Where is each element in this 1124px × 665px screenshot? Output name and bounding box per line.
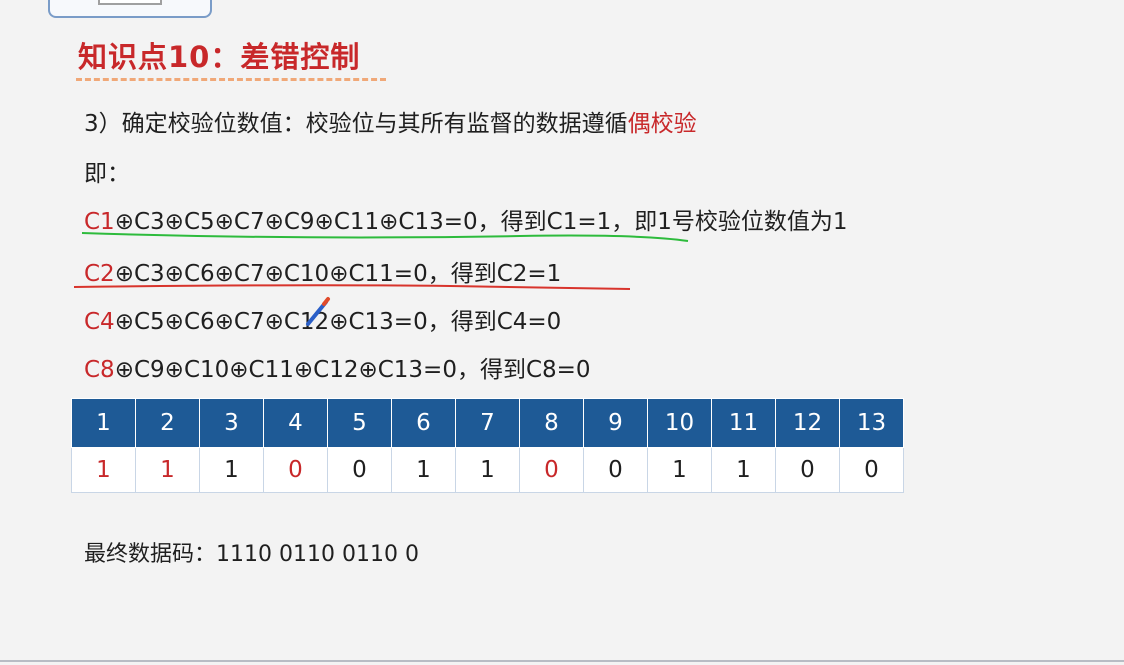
position-cell: 10 [647, 398, 712, 448]
equation-head: C2 [84, 261, 115, 287]
equation-head: C8 [84, 357, 115, 383]
data-bit-cell: 1 [199, 447, 264, 493]
final-code-value: 1110 0110 0110 0 [216, 542, 419, 567]
parity-bit-cell: 1 [135, 447, 200, 493]
ie-label: 即： [84, 161, 130, 187]
step-text: 3）确定校验位数值：校验位与其所有监督的数据遵循 [84, 111, 628, 137]
position-cell: 5 [327, 398, 392, 448]
position-cell: 11 [711, 398, 776, 448]
bit-value-row: 1 1 1 0 0 1 1 0 0 1 1 0 0 [71, 447, 904, 493]
position-cell: 4 [263, 398, 328, 448]
position-cell: 1 [71, 398, 136, 448]
equation-c4: C4⊕C5⊕C6⊕C7⊕C12⊕C13=0，得到C4=0 [84, 302, 561, 336]
step-heading: 3）确定校验位数值：校验位与其所有监督的数据遵循偶校验 [84, 104, 697, 138]
equation-c1: C1⊕C3⊕C5⊕C7⊕C9⊕C11⊕C13=0，得到C1=1，即1号校验位数值… [84, 202, 848, 236]
equation-head: C4 [84, 309, 115, 335]
equation-c2: C2⊕C3⊕C6⊕C7⊕C10⊕C11=0，得到C2=1 [84, 254, 561, 288]
title-dashed-underline [76, 78, 386, 81]
data-bit-cell: 0 [775, 447, 840, 493]
equation-body: ⊕C9⊕C10⊕C11⊕C12⊕C13=0，得到C8=0 [114, 357, 591, 383]
data-bit-cell: 1 [711, 447, 776, 493]
position-cell: 9 [583, 398, 648, 448]
data-bit-cell: 0 [839, 447, 904, 493]
equation-body: ⊕C5⊕C6⊕C7⊕C12⊕C13=0，得到C4=0 [114, 309, 562, 335]
even-parity-emphasis: 偶校验 [627, 111, 697, 137]
bottom-divider [0, 660, 1124, 662]
data-bit-cell: 1 [647, 447, 712, 493]
data-bit-cell: 1 [391, 447, 456, 493]
position-cell: 12 [775, 398, 840, 448]
parity-bit-cell: 0 [519, 447, 584, 493]
parity-bit-cell: 0 [263, 447, 328, 493]
document-icon [98, 0, 162, 5]
data-bit-cell: 1 [455, 447, 520, 493]
data-bit-cell: 0 [327, 447, 392, 493]
equation-body: ⊕C3⊕C5⊕C7⊕C9⊕C11⊕C13=0，得到C1=1，即1号校验位数值为1 [114, 209, 848, 235]
top-card-decoration [48, 0, 212, 18]
position-header-row: 1 2 3 4 5 6 7 8 9 10 11 12 13 [71, 398, 904, 448]
position-cell: 2 [135, 398, 200, 448]
hamming-code-table: 1 2 3 4 5 6 7 8 9 10 11 12 13 1 1 1 0 0 … [71, 398, 904, 493]
position-cell: 6 [391, 398, 456, 448]
equation-c8: C8⊕C9⊕C10⊕C11⊕C12⊕C13=0，得到C8=0 [84, 350, 591, 384]
final-code-label: 最终数据码： [84, 542, 217, 567]
equation-head: C1 [84, 209, 115, 235]
equation-body: ⊕C3⊕C6⊕C7⊕C10⊕C11=0，得到C2=1 [114, 261, 562, 287]
position-cell: 13 [839, 398, 904, 448]
position-cell: 8 [519, 398, 584, 448]
final-code-line: 最终数据码：1110 0110 0110 0 [84, 536, 419, 568]
position-cell: 3 [199, 398, 264, 448]
position-cell: 7 [455, 398, 520, 448]
data-bit-cell: 0 [583, 447, 648, 493]
parity-bit-cell: 1 [71, 447, 136, 493]
slide-title: 知识点10：差错控制 [78, 40, 361, 74]
